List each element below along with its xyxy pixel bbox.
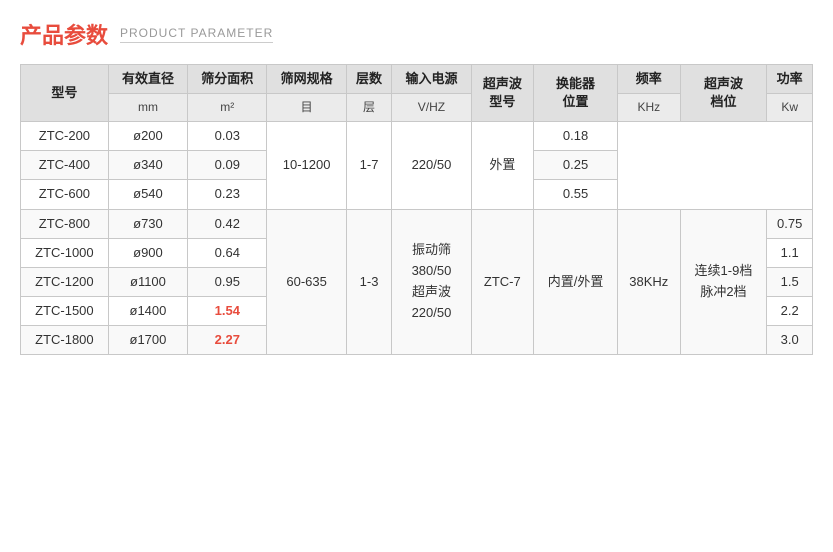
page-wrapper: 产品参数 PRODUCT PARAMETER 振泰机械 ZHENTAIJIXIE… [0, 0, 833, 552]
cell-transducer-pos: 外置 [471, 121, 533, 209]
cell-area: 0.23 [188, 180, 267, 209]
cell-diameter: ø200 [108, 121, 187, 150]
table-body: ZTC-200ø2000.0310-12001-7220/50外置0.18ZTC… [21, 121, 813, 355]
cell-gear: 连续1-9档 脉冲2档 [680, 209, 767, 355]
cell-power-input: 振动筛 380/50 超声波 220/50 [392, 209, 471, 355]
cell-area: 0.64 [188, 238, 267, 267]
cell-model: ZTC-1200 [21, 267, 109, 296]
col-subheader-mesh-unit: 目 [267, 94, 346, 122]
cell-mesh: 10-1200 [267, 121, 346, 209]
cell-power-input: 220/50 [392, 121, 471, 209]
param-table: 型号 有效直径 筛分面积 筛网规格 层数 输入电源 超声波型号 换能器位置 频率… [20, 64, 813, 355]
cell-diameter: ø1100 [108, 267, 187, 296]
cell-model: ZTC-1800 [21, 326, 109, 355]
cell-area: 0.09 [188, 151, 267, 180]
cell-power-kw: 0.25 [534, 151, 618, 180]
cell-power-kw: 3.0 [767, 326, 813, 355]
cell-diameter: ø1400 [108, 297, 187, 326]
table-header-row1: 型号 有效直径 筛分面积 筛网规格 层数 输入电源 超声波型号 换能器位置 频率… [21, 65, 813, 94]
table-row: ZTC-800ø7300.4260-6351-3振动筛 380/50 超声波 2… [21, 209, 813, 238]
cell-diameter: ø340 [108, 151, 187, 180]
col-header-power-input: 输入电源 [392, 65, 471, 94]
col-header-diameter: 有效直径 [108, 65, 187, 94]
cell-layers: 1-7 [346, 121, 392, 209]
col-header-gear: 超声波档位 [680, 65, 767, 122]
col-header-area: 筛分面积 [188, 65, 267, 94]
cell-frequency: 38KHz [618, 209, 680, 355]
cell-transducer-pos: 内置/外置 [534, 209, 618, 355]
col-header-mesh: 筛网规格 [267, 65, 346, 94]
cell-area: 1.54 [188, 297, 267, 326]
cell-model: ZTC-1500 [21, 297, 109, 326]
cell-diameter: ø900 [108, 238, 187, 267]
cell-area: 0.42 [188, 209, 267, 238]
cell-diameter: ø540 [108, 180, 187, 209]
cell-layers: 1-3 [346, 209, 392, 355]
cell-power-kw: 0.75 [767, 209, 813, 238]
col-subheader-kw: Kw [767, 94, 813, 122]
col-header-ultrasonic-model: 超声波型号 [471, 65, 533, 122]
cell-diameter: ø730 [108, 209, 187, 238]
col-header-power-kw: 功率 [767, 65, 813, 94]
cell-power-kw: 0.55 [534, 180, 618, 209]
cell-model: ZTC-800 [21, 209, 109, 238]
table-row: ZTC-200ø2000.0310-12001-7220/50外置0.18 [21, 121, 813, 150]
page-title-cn: 产品参数 [20, 18, 108, 50]
cell-power-kw: 1.1 [767, 238, 813, 267]
col-header-model: 型号 [21, 65, 109, 122]
col-header-frequency: 频率 [618, 65, 680, 94]
cell-diameter: ø1700 [108, 326, 187, 355]
col-subheader-vhz: V/HZ [392, 94, 471, 122]
cell-area: 2.27 [188, 326, 267, 355]
page-title-en: PRODUCT PARAMETER [120, 26, 273, 43]
cell-area: 0.95 [188, 267, 267, 296]
col-subheader-m2: m² [188, 94, 267, 122]
cell-power-kw: 2.2 [767, 297, 813, 326]
cell-power-kw: 0.18 [534, 121, 618, 150]
cell-model: ZTC-600 [21, 180, 109, 209]
cell-model: ZTC-200 [21, 121, 109, 150]
cell-ultrasonic-model: ZTC-7 [471, 209, 533, 355]
page-header: 产品参数 PRODUCT PARAMETER [20, 18, 813, 50]
table-container: 振泰机械 ZHENTAIJIXIE 型号 有效直径 筛分面积 筛网规格 层数 输… [20, 64, 813, 355]
col-header-transducer-pos: 换能器位置 [534, 65, 618, 122]
col-header-layers: 层数 [346, 65, 392, 94]
cell-mesh: 60-635 [267, 209, 346, 355]
col-subheader-layers-unit: 层 [346, 94, 392, 122]
cell-area: 0.03 [188, 121, 267, 150]
cell-model: ZTC-400 [21, 151, 109, 180]
cell-power-kw: 1.5 [767, 267, 813, 296]
col-subheader-mm: mm [108, 94, 187, 122]
cell-model: ZTC-1000 [21, 238, 109, 267]
col-subheader-khz: KHz [618, 94, 680, 122]
